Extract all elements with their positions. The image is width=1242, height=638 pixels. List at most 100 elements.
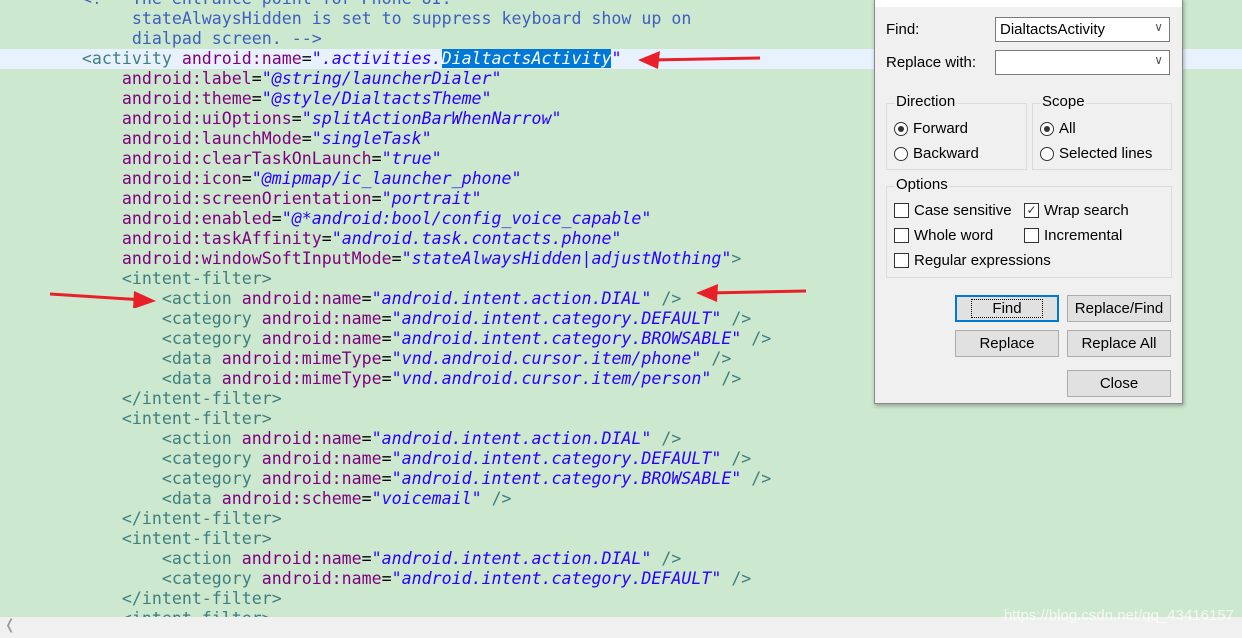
code-token: "vnd.android.cursor.item/person" bbox=[391, 369, 712, 388]
regex-checkbox[interactable]: Regular expressions bbox=[894, 252, 1051, 269]
all-radio[interactable]: All bbox=[1040, 120, 1076, 137]
close-button[interactable]: Close bbox=[1067, 370, 1171, 397]
code-line[interactable]: <category android:name="android.intent.c… bbox=[2, 449, 751, 469]
code-line[interactable]: <!-- The entrance point for Phone UI. bbox=[2, 0, 452, 9]
find-button[interactable]: Find bbox=[955, 295, 1059, 322]
checkbox-icon[interactable] bbox=[894, 228, 909, 243]
replace-combobox[interactable]: ∨ bbox=[995, 50, 1170, 75]
selected-text: DialtactsActivity bbox=[441, 49, 612, 68]
case-sensitive-checkbox[interactable]: Case sensitive bbox=[894, 202, 1012, 219]
code-line[interactable]: android:windowSoftInputMode="stateAlways… bbox=[2, 249, 741, 269]
code-line[interactable]: <data android:mimeType="vnd.android.curs… bbox=[2, 349, 732, 369]
chevron-down-icon[interactable]: ∨ bbox=[1154, 20, 1163, 34]
scroll-left-icon[interactable]: ❬ bbox=[4, 617, 16, 633]
code-line[interactable]: <intent-filter> bbox=[2, 529, 272, 549]
checkbox-icon[interactable] bbox=[1024, 228, 1039, 243]
checkbox-icon[interactable] bbox=[894, 203, 909, 218]
code-line[interactable]: android:uiOptions="splitActionBarWhenNar… bbox=[2, 109, 562, 129]
code-token: = bbox=[381, 449, 392, 468]
code-token: "@mipmap/ic_launcher_phone" bbox=[251, 169, 522, 188]
red-arrow-icon bbox=[49, 291, 156, 308]
checkbox-icon[interactable] bbox=[894, 253, 909, 268]
code-token: = bbox=[381, 349, 392, 368]
whole-word-label: Whole word bbox=[914, 227, 994, 244]
code-line[interactable]: <data android:scheme="voicemail" /> bbox=[2, 489, 512, 509]
code-token: /> bbox=[721, 309, 752, 328]
code-token: android:name bbox=[261, 329, 382, 348]
code-token: android:mimeType bbox=[221, 369, 382, 388]
code-token: <action bbox=[2, 429, 242, 448]
code-token: /> bbox=[651, 549, 682, 568]
code-line[interactable]: android:label="@string/launcherDialer" bbox=[2, 69, 502, 89]
code-line[interactable]: </intent-filter> bbox=[2, 389, 282, 409]
code-line[interactable]: <action android:name="android.intent.act… bbox=[2, 549, 682, 569]
code-token: = bbox=[271, 209, 282, 228]
code-token: </intent-filter> bbox=[2, 509, 282, 528]
code-token: <intent-filter> bbox=[2, 529, 272, 548]
forward-radio[interactable]: Forward bbox=[894, 120, 968, 137]
code-token: = bbox=[321, 229, 332, 248]
code-line[interactable]: android:theme="@style/DialtactsTheme" bbox=[2, 89, 492, 109]
replace-all-button[interactable]: Replace All bbox=[1067, 330, 1171, 357]
code-line[interactable]: android:launchMode="singleTask" bbox=[2, 129, 432, 149]
code-line[interactable]: android:screenOrientation="portrait" bbox=[2, 189, 482, 209]
code-token: "android.intent.category.BROWSABLE" bbox=[391, 469, 742, 488]
case-sensitive-label: Case sensitive bbox=[914, 202, 1012, 219]
code-line[interactable]: <category android:name="android.intent.c… bbox=[2, 569, 751, 589]
code-token: <intent-filter> bbox=[2, 409, 272, 428]
code-line[interactable]: <category android:name="android.intent.c… bbox=[2, 329, 771, 349]
code-token: "singleTask" bbox=[311, 129, 432, 148]
code-line[interactable]: <category android:name="android.intent.c… bbox=[2, 469, 771, 489]
code-line[interactable]: stateAlwaysHidden is set to suppress key… bbox=[2, 9, 691, 29]
replace-find-button[interactable]: Replace/Find bbox=[1067, 295, 1171, 322]
find-replace-dialog: Find: DialtactsActivity ∨ Replace with: ∨… bbox=[874, 0, 1183, 404]
code-line[interactable]: </intent-filter> bbox=[2, 589, 282, 609]
code-token: /> bbox=[741, 469, 772, 488]
wrap-search-checkbox[interactable]: ✓ Wrap search bbox=[1024, 202, 1129, 219]
code-line[interactable]: <action android:name="android.intent.act… bbox=[2, 429, 682, 449]
code-token: android:name bbox=[181, 49, 302, 68]
code-token: /> bbox=[651, 289, 682, 308]
code-line[interactable]: <data android:mimeType="vnd.android.curs… bbox=[2, 369, 742, 389]
radio-unchecked-icon[interactable] bbox=[894, 146, 908, 161]
code-line[interactable]: android:icon="@mipmap/ic_launcher_phone" bbox=[2, 169, 522, 189]
chevron-down-icon[interactable]: ∨ bbox=[1154, 53, 1163, 67]
code-token: "android.intent.category.DEFAULT" bbox=[391, 309, 722, 328]
selected-lines-radio[interactable]: Selected lines bbox=[1040, 145, 1152, 162]
code-line[interactable]: android:taskAffinity="android.task.conta… bbox=[2, 229, 622, 249]
code-token: = bbox=[361, 429, 372, 448]
code-token: android:taskAffinity bbox=[2, 229, 322, 248]
watermark: https://blog.csdn.net/qq_43416157 bbox=[1003, 607, 1234, 624]
code-token: <intent-filter> bbox=[2, 269, 272, 288]
code-token: /> bbox=[651, 429, 682, 448]
find-input[interactable]: DialtactsActivity bbox=[1000, 21, 1105, 38]
code-line[interactable]: <intent-filter> bbox=[2, 609, 272, 617]
code-line[interactable]: dialpad screen. --> bbox=[2, 29, 322, 49]
code-line[interactable]: android:enabled="@*android:bool/config_v… bbox=[2, 209, 652, 229]
radio-checked-icon[interactable] bbox=[894, 121, 908, 136]
code-token: android:uiOptions bbox=[2, 109, 292, 128]
code-line[interactable]: </intent-filter> bbox=[2, 509, 282, 529]
code-token: "@string/launcherDialer" bbox=[261, 69, 502, 88]
code-token: <data bbox=[2, 489, 222, 508]
whole-word-checkbox[interactable]: Whole word bbox=[894, 227, 993, 244]
find-combobox[interactable]: DialtactsActivity ∨ bbox=[995, 17, 1170, 42]
code-token: = bbox=[381, 329, 392, 348]
direction-title: Direction bbox=[895, 93, 957, 110]
radio-unchecked-icon[interactable] bbox=[1040, 146, 1054, 161]
replace-button[interactable]: Replace bbox=[955, 330, 1059, 357]
code-token: <category bbox=[2, 469, 262, 488]
scope-group: Scope All Selected lines bbox=[1032, 93, 1172, 170]
red-arrow-icon bbox=[696, 284, 807, 302]
code-token: "android.intent.action.DIAL" bbox=[371, 549, 652, 568]
code-token: android:name bbox=[241, 429, 362, 448]
checkmark-icon[interactable]: ✓ bbox=[1024, 203, 1039, 218]
code-line[interactable]: <intent-filter> bbox=[2, 409, 272, 429]
code-line[interactable]: <intent-filter> bbox=[2, 269, 272, 289]
code-line[interactable]: <category android:name="android.intent.c… bbox=[2, 309, 751, 329]
incremental-checkbox[interactable]: Incremental bbox=[1024, 227, 1122, 244]
code-line[interactable]: android:clearTaskOnLaunch="true" bbox=[2, 149, 442, 169]
code-token: = bbox=[301, 129, 312, 148]
backward-radio[interactable]: Backward bbox=[894, 145, 979, 162]
radio-checked-icon[interactable] bbox=[1040, 121, 1054, 136]
